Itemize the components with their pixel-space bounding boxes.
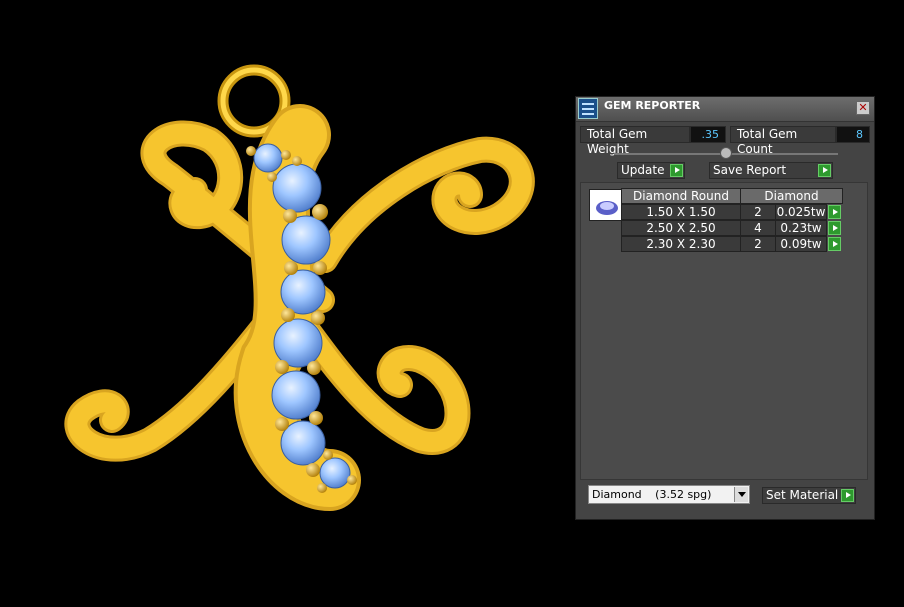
play-arrow-icon (818, 164, 831, 177)
total-gem-weight-value: .35 (690, 126, 726, 143)
gem-weight: 0.09tw (775, 236, 827, 252)
row-arrow-icon[interactable] (828, 221, 841, 235)
set-material-label: Set Material (766, 488, 839, 502)
save-report-label: Save Report (713, 163, 787, 177)
table-header-material: Diamond (740, 188, 843, 204)
update-label: Update (621, 163, 665, 177)
gem-reporter-panel: GEM REPORTER ✕ Total Gem Weight .35 Tota… (575, 96, 875, 520)
play-arrow-icon (670, 164, 683, 177)
slider-handle[interactable] (720, 147, 732, 159)
save-report-button[interactable]: Save Report (709, 162, 833, 179)
gem-count: 2 (740, 204, 776, 220)
table-header-shape: Diamond Round (621, 188, 741, 204)
total-gem-weight-label: Total Gem Weight (580, 126, 690, 156)
play-arrow-icon (841, 489, 854, 502)
set-material-button[interactable]: Set Material (762, 487, 856, 504)
row-arrow-icon[interactable] (828, 237, 841, 251)
total-gem-count-label: Total Gem Count (730, 126, 836, 156)
title-bar[interactable]: GEM REPORTER ✕ (576, 97, 874, 122)
gem-reporter-icon (578, 98, 598, 119)
gem-size: 2.50 X 2.50 (621, 220, 741, 236)
close-icon[interactable]: ✕ (856, 101, 870, 115)
material-dropdown[interactable]: Diamond (3.52 spg) (588, 485, 750, 504)
row-arrow-icon[interactable] (828, 205, 841, 219)
diamond-gem-icon[interactable] (589, 189, 625, 221)
gem-weight: 0.23tw (775, 220, 827, 236)
3d-viewport[interactable] (0, 0, 570, 603)
gem-size: 1.50 X 1.50 (621, 204, 741, 220)
gem-count: 4 (740, 220, 776, 236)
gem-count: 2 (740, 236, 776, 252)
material-spg: (3.52 spg) (655, 488, 712, 501)
gem-size: 2.30 X 2.30 (621, 236, 741, 252)
update-button[interactable]: Update (617, 162, 685, 179)
gem-report-area: Diamond Round Diamond 1.50 X 1.50 2 0.02… (580, 182, 868, 480)
pendant-render (64, 64, 535, 511)
panel-title: GEM REPORTER (604, 99, 701, 112)
gem-weight: 0.025tw (775, 204, 827, 220)
material-value: Diamond (592, 488, 642, 501)
total-gem-count-value: 8 (836, 126, 870, 143)
chevron-down-icon[interactable] (734, 487, 748, 502)
